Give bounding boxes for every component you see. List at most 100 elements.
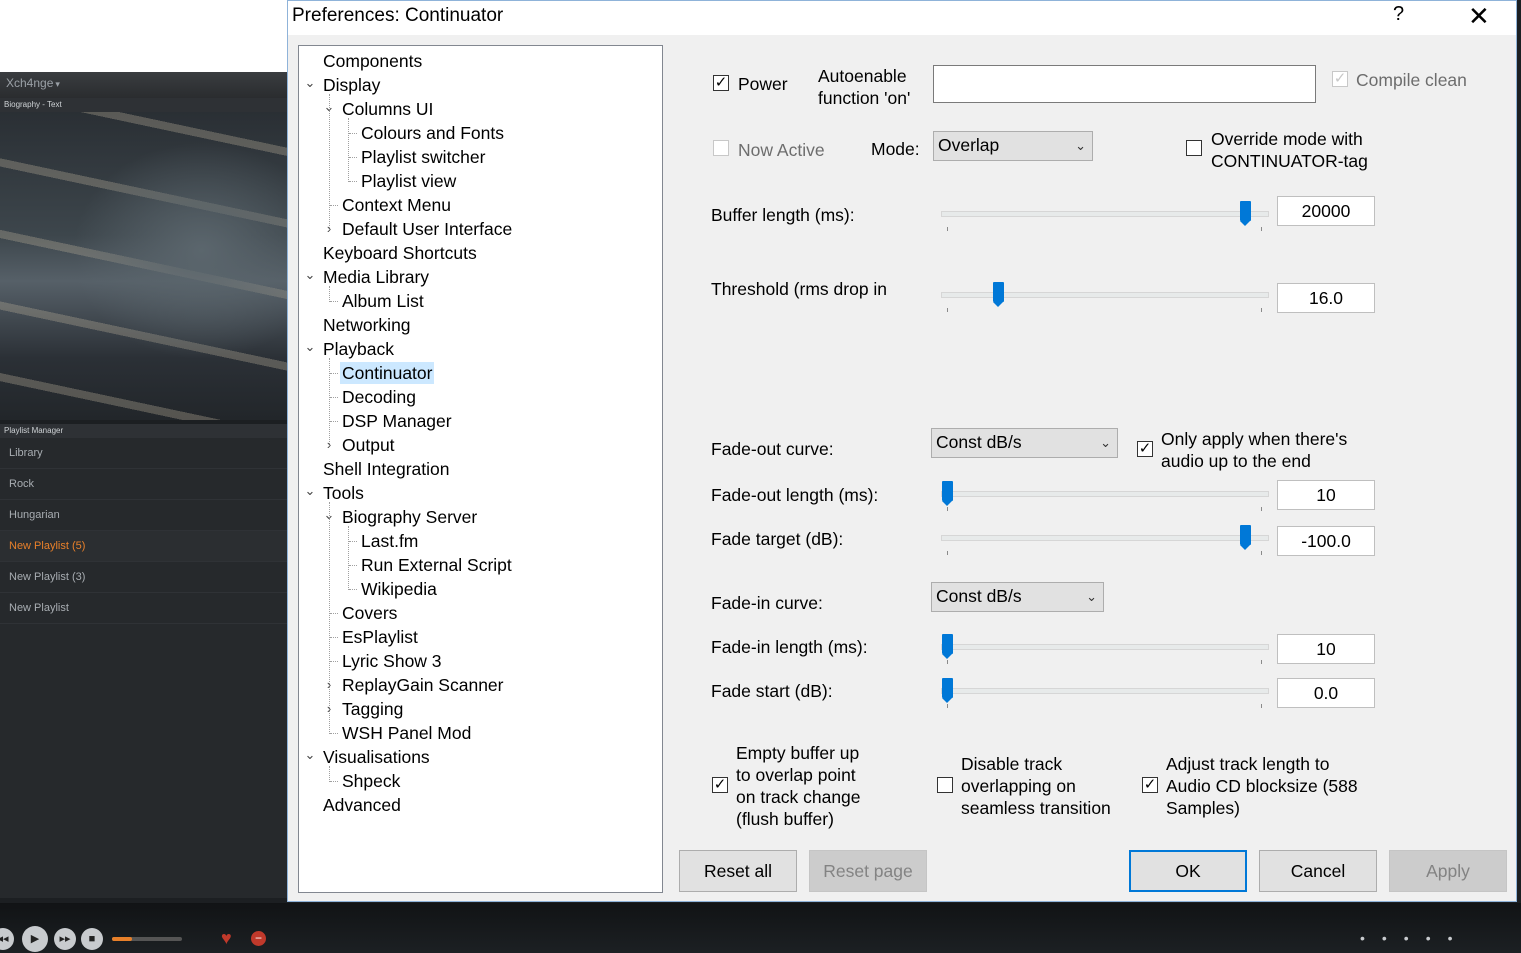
- play-icon[interactable]: ▶: [22, 926, 48, 952]
- fadein-length-value[interactable]: 10: [1277, 634, 1375, 664]
- apply-button[interactable]: Apply: [1389, 850, 1507, 892]
- next-icon[interactable]: ▸▸: [54, 928, 76, 950]
- tree-item[interactable]: Default User Interface: [340, 218, 514, 240]
- chevron-down-icon[interactable]: ⌄: [303, 339, 317, 355]
- tree-item[interactable]: Shpeck: [340, 770, 402, 792]
- fade-start-value[interactable]: 0.0: [1277, 678, 1375, 708]
- tree-item[interactable]: Continuator: [340, 362, 435, 384]
- playlist-item[interactable]: New Playlist (3): [0, 562, 288, 593]
- slider-thumb[interactable]: [942, 634, 953, 659]
- rating-dots-icon[interactable]: •••••: [1360, 930, 1470, 946]
- reset-page-button[interactable]: Reset page: [809, 850, 927, 892]
- tree-item[interactable]: WSH Panel Mod: [340, 722, 473, 744]
- slider-thumb[interactable]: [942, 481, 953, 506]
- reset-all-button[interactable]: Reset all: [679, 850, 797, 892]
- tree-item[interactable]: Playlist view: [359, 170, 458, 192]
- tree-connector: [329, 358, 330, 446]
- tree-item[interactable]: Covers: [340, 602, 399, 624]
- tree-item[interactable]: Decoding: [340, 386, 418, 408]
- remove-icon[interactable]: −: [251, 931, 266, 946]
- fade-target-label: Fade target (dB):: [711, 529, 844, 549]
- fadeout-length-slider[interactable]: [941, 481, 1269, 511]
- disable-track-checkbox[interactable]: [937, 777, 953, 793]
- buffer-length-slider[interactable]: [941, 201, 1269, 231]
- chevron-down-icon[interactable]: ⌄: [303, 75, 317, 91]
- power-checkbox[interactable]: ✓: [713, 75, 729, 91]
- tree-item[interactable]: Playlist switcher: [359, 146, 487, 168]
- preferences-dialog: Preferences: Continuator ? ✕ Components D…: [287, 0, 1517, 902]
- now-active-checkbox[interactable]: [713, 140, 729, 156]
- tree-item[interactable]: Last.fm: [359, 530, 420, 552]
- tree-item[interactable]: Run External Script: [359, 554, 514, 576]
- override-mode-checkbox[interactable]: [1186, 140, 1202, 156]
- only-apply-label-line2: audio up to the end: [1161, 451, 1311, 471]
- tree-item[interactable]: Lyric Show 3: [340, 650, 444, 672]
- brand-menu[interactable]: Xch4nge: [6, 76, 60, 90]
- fade-target-value[interactable]: -100.0: [1277, 526, 1375, 556]
- only-apply-checkbox[interactable]: ✓: [1137, 441, 1153, 457]
- playlist-item[interactable]: Rock: [0, 469, 288, 500]
- empty-buffer-label: Empty buffer up to overlap point on trac…: [736, 742, 861, 830]
- tree-item[interactable]: DSP Manager: [340, 410, 454, 432]
- adjust-track-checkbox[interactable]: ✓: [1142, 777, 1158, 793]
- slider-thumb[interactable]: [942, 678, 953, 703]
- tree-item[interactable]: Media Library: [321, 266, 431, 288]
- slider-tick: [947, 227, 948, 231]
- threshold-value[interactable]: 16.0: [1277, 283, 1375, 313]
- slider-track: [941, 292, 1269, 298]
- disable-track-line: seamless transition: [961, 798, 1111, 818]
- adjust-track-label: Adjust track length to Audio CD blocksiz…: [1166, 753, 1358, 819]
- fade-target-slider[interactable]: [941, 525, 1269, 555]
- tree-item[interactable]: Keyboard Shortcuts: [321, 242, 479, 264]
- compile-clean-checkbox[interactable]: ✓: [1332, 71, 1348, 87]
- tree-item[interactable]: Components: [321, 50, 424, 72]
- empty-buffer-checkbox[interactable]: ✓: [712, 777, 728, 793]
- tree-item[interactable]: Advanced: [321, 794, 403, 816]
- tree-item[interactable]: Playback: [321, 338, 396, 360]
- close-icon[interactable]: ✕: [1468, 1, 1490, 32]
- playlist-item[interactable]: Library: [0, 438, 288, 469]
- chevron-down-icon[interactable]: ⌄: [303, 483, 317, 499]
- heart-icon[interactable]: ♥: [221, 928, 232, 949]
- tree-connector: [330, 637, 338, 638]
- tree-item[interactable]: Output: [340, 434, 397, 456]
- cancel-button[interactable]: Cancel: [1259, 850, 1377, 892]
- threshold-slider[interactable]: [941, 282, 1269, 312]
- buffer-length-value[interactable]: 20000: [1277, 196, 1375, 226]
- slider-thumb[interactable]: [992, 282, 1004, 307]
- tree-item[interactable]: Networking: [321, 314, 413, 336]
- stop-icon[interactable]: ■: [81, 928, 103, 950]
- tree-item[interactable]: Columns UI: [340, 98, 435, 120]
- fadein-curve-select[interactable]: Const dB/s ⌄: [931, 582, 1104, 612]
- mode-select[interactable]: Overlap ⌄: [933, 131, 1093, 161]
- playlist-item[interactable]: Hungarian: [0, 500, 288, 531]
- chevron-down-icon[interactable]: ⌄: [303, 747, 317, 763]
- fadeout-curve-select[interactable]: Const dB/s ⌄: [931, 428, 1118, 458]
- chevron-down-icon[interactable]: ⌄: [303, 267, 317, 283]
- tree-item[interactable]: Album List: [340, 290, 426, 312]
- tree-item[interactable]: ReplayGain Scanner: [340, 674, 505, 696]
- tree-item[interactable]: Visualisations: [321, 746, 432, 768]
- tree-item[interactable]: Colours and Fonts: [359, 122, 506, 144]
- preferences-tree[interactable]: Components Display ⌄ Columns UI ⌄ Colours and…: [298, 45, 663, 893]
- slider-thumb[interactable]: [1240, 201, 1251, 226]
- seekbar-fill: [112, 937, 132, 941]
- ok-button[interactable]: OK: [1129, 850, 1247, 892]
- tree-item[interactable]: Context Menu: [340, 194, 453, 216]
- fadeout-length-value[interactable]: 10: [1277, 480, 1375, 510]
- autoenable-input[interactable]: [933, 65, 1316, 103]
- slider-thumb[interactable]: [1240, 525, 1251, 550]
- tree-item[interactable]: EsPlaylist: [340, 626, 420, 648]
- tree-item[interactable]: Tagging: [340, 698, 405, 720]
- playlist-item[interactable]: New Playlist (5): [0, 531, 288, 562]
- fade-start-slider[interactable]: [941, 678, 1269, 708]
- tree-item[interactable]: Display: [321, 74, 382, 96]
- fadein-length-slider[interactable]: [941, 634, 1269, 664]
- tree-item[interactable]: Shell Integration: [321, 458, 451, 480]
- seekbar[interactable]: [112, 937, 182, 941]
- tree-item[interactable]: Biography Server: [340, 506, 479, 528]
- help-icon[interactable]: ?: [1393, 3, 1404, 26]
- tree-item[interactable]: Tools: [321, 482, 366, 504]
- playlist-item[interactable]: New Playlist: [0, 593, 288, 624]
- tree-item[interactable]: Wikipedia: [359, 578, 439, 600]
